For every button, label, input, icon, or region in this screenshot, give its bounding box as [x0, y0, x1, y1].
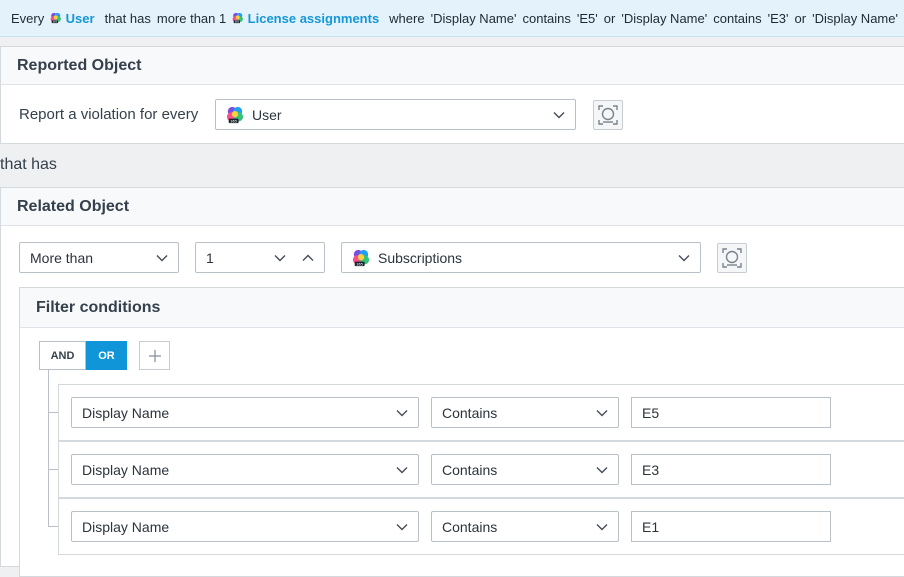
summary-or: or: [794, 10, 807, 26]
rule-summary-bar: Every User that has more than 1 License …: [0, 0, 904, 37]
chevron-down-icon: [553, 109, 565, 121]
condition-operator-select[interactable]: Contains: [431, 397, 619, 428]
summary-related-link[interactable]: License assignments: [248, 11, 380, 26]
chevron-down-icon: [396, 521, 408, 533]
m365-icon: [352, 249, 370, 267]
related-object-value: Subscriptions: [378, 249, 463, 266]
reported-object-panel: Reported Object Report a violation for e…: [0, 46, 904, 144]
preview-objects-button[interactable]: [593, 100, 623, 130]
reported-object-title: Reported Object: [1, 47, 904, 85]
chevron-down-icon: [596, 521, 608, 533]
m365-icon: [226, 106, 244, 124]
chevron-down-icon: [396, 464, 408, 476]
tree-connector: [48, 370, 49, 526]
report-violation-label: Report a violation for every: [19, 106, 199, 123]
plus-icon: [148, 349, 161, 362]
condition-row: Display Name Contains E3: [58, 441, 904, 498]
condition-field-value: Display Name: [82, 461, 170, 478]
condition-value-input[interactable]: E3: [631, 454, 831, 485]
scope-icon: [721, 247, 743, 269]
m365-icon: [50, 11, 61, 25]
condition-operator-value: Contains: [442, 518, 498, 535]
summary-condition-field: 'Display Name': [430, 10, 517, 26]
scope-icon: [597, 104, 619, 126]
summary-object-link[interactable]: User: [66, 11, 95, 26]
related-object-title: Related Object: [1, 188, 904, 226]
condition-field-value: Display Name: [82, 518, 170, 535]
summary-condition-op: contains: [522, 10, 571, 26]
summary-condition-value: 'E3': [767, 10, 789, 26]
reported-object-value: User: [252, 106, 282, 123]
or-toggle-button[interactable]: OR: [86, 341, 127, 370]
add-condition-button[interactable]: [139, 341, 170, 370]
condition-operator-value: Contains: [442, 461, 498, 478]
summary-or: or: [603, 10, 616, 26]
preview-related-button[interactable]: [717, 243, 747, 273]
increment-chevron-up-icon[interactable]: [302, 252, 314, 264]
condition-operator-select[interactable]: Contains: [431, 511, 619, 542]
m365-icon: [232, 11, 243, 25]
chevron-down-icon: [678, 252, 690, 264]
summary-condition-value: 'E5': [576, 10, 598, 26]
reported-object-select[interactable]: User: [215, 99, 576, 130]
summary-condition-field: 'Display Name': [812, 10, 898, 26]
summary-that-has: that has: [104, 10, 151, 26]
condition-row: Display Name Contains E5: [58, 384, 904, 441]
summary-every: Every: [11, 10, 45, 26]
decrement-chevron-down-icon[interactable]: [274, 252, 286, 264]
count-stepper[interactable]: 1: [195, 242, 325, 273]
condition-value-input[interactable]: E1: [631, 511, 831, 542]
summary-where: where: [389, 10, 425, 26]
chevron-down-icon: [596, 464, 608, 476]
condition-row: Display Name Contains E1: [58, 498, 904, 555]
condition-operator-select[interactable]: Contains: [431, 454, 619, 485]
quantifier-value: More than: [30, 249, 94, 266]
condition-field-select[interactable]: Display Name: [71, 454, 419, 485]
count-value: 1: [206, 249, 214, 266]
summary-condition-op: contains: [713, 10, 762, 26]
condition-field-select[interactable]: Display Name: [71, 397, 419, 428]
logic-operator-toggle: AND OR: [39, 341, 127, 370]
condition-field-select[interactable]: Display Name: [71, 511, 419, 542]
condition-value-input[interactable]: E5: [631, 397, 831, 428]
summary-condition-field: 'Display Name': [621, 10, 708, 26]
quantifier-select[interactable]: More than: [19, 242, 179, 273]
related-object-select[interactable]: Subscriptions: [341, 242, 701, 273]
condition-operator-value: Contains: [442, 404, 498, 421]
chevron-down-icon: [396, 407, 408, 419]
summary-more-than: more than 1: [156, 10, 227, 26]
and-toggle-button[interactable]: AND: [39, 341, 86, 370]
filter-conditions-title: Filter conditions: [20, 288, 904, 328]
chevron-down-icon: [156, 252, 168, 264]
chevron-down-icon: [596, 407, 608, 419]
connector-text: that has: [0, 156, 57, 173]
condition-field-value: Display Name: [82, 404, 170, 421]
